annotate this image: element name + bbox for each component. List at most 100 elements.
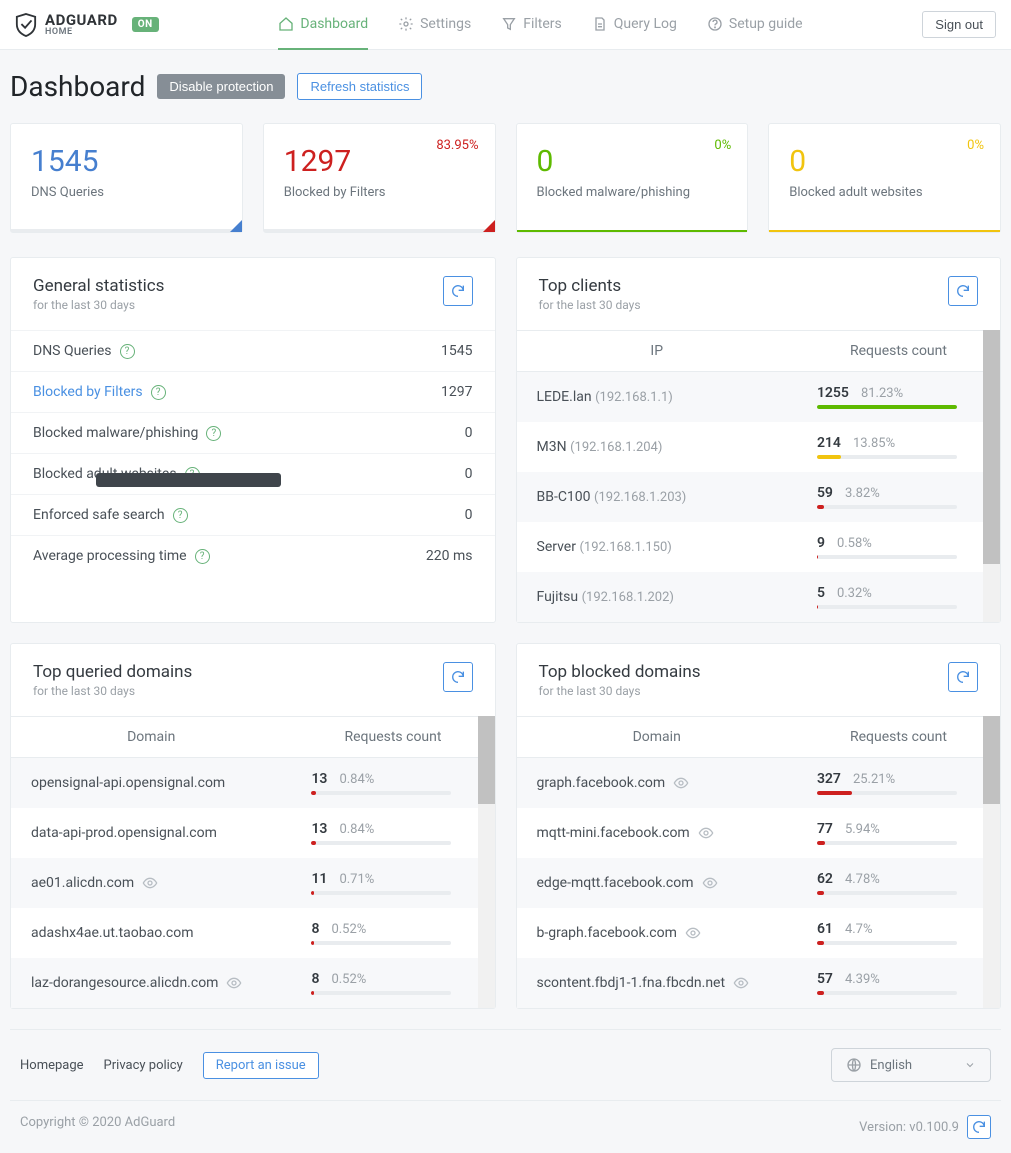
count-value: 59: [817, 485, 833, 501]
table-row[interactable]: LEDE.lan (192.168.1.1) 125581.23%: [517, 372, 1001, 423]
footer-privacy-link[interactable]: Privacy policy: [104, 1058, 183, 1073]
count-value: 13: [311, 771, 327, 787]
scrollbar[interactable]: [983, 330, 1000, 622]
domain-name: ae01.alicdn.com: [31, 875, 134, 891]
eye-icon[interactable]: [702, 875, 718, 891]
progress-bar: [817, 455, 957, 459]
nav-filters[interactable]: Filters: [501, 0, 562, 50]
eye-icon[interactable]: [226, 975, 242, 991]
table-row[interactable]: adashx4ae.ut.taobao.com 80.52%: [11, 908, 495, 958]
help-icon[interactable]: ?: [195, 549, 210, 564]
version-text: Version: v0.100.9: [859, 1120, 959, 1135]
help-icon: [707, 16, 723, 32]
domain-name: opensignal-api.opensignal.com: [31, 775, 225, 791]
panel-general-stats: General statistics for the last 30 days …: [10, 257, 496, 623]
page-title: Dashboard: [10, 70, 145, 103]
col-domain: Domain: [11, 717, 291, 758]
progress-bar: [311, 841, 451, 845]
col-ip: IP: [517, 331, 797, 372]
col-requests: Requests count: [291, 717, 494, 758]
scrollbar[interactable]: [478, 716, 495, 1008]
table-row[interactable]: b-graph.facebook.com 614.7%: [517, 908, 1001, 958]
count-value: 214: [817, 435, 841, 451]
refresh-button[interactable]: [948, 276, 978, 306]
progress-bar: [311, 941, 451, 945]
stat-blocked-filters[interactable]: 83.95% 1297 Blocked by Filters: [263, 123, 496, 233]
count-pct: 3.82%: [845, 486, 880, 501]
version-refresh-button[interactable]: [967, 1115, 991, 1139]
refresh-button[interactable]: [443, 662, 473, 692]
eye-icon[interactable]: [685, 925, 701, 941]
domain-name: scontent.fbdj1-1.fna.fbcdn.net: [537, 975, 726, 991]
client-ip: (192.168.1.203): [594, 490, 686, 505]
stat-key: Enforced safe search: [33, 507, 165, 523]
refresh-statistics-button[interactable]: Refresh statistics: [297, 73, 422, 100]
count-pct: 0.52%: [331, 922, 366, 937]
table-row[interactable]: data-api-prod.opensignal.com 130.84%: [11, 808, 495, 858]
eye-icon[interactable]: [142, 875, 158, 891]
client-ip: (192.168.1.1): [595, 390, 673, 405]
progress-bar: [817, 841, 957, 845]
language-select[interactable]: English: [831, 1048, 991, 1082]
table-row[interactable]: ae01.alicdn.com 110.71%: [11, 858, 495, 908]
nav-querylog[interactable]: Query Log: [592, 0, 677, 50]
disable-protection-button[interactable]: Disable protection: [157, 74, 285, 99]
count-pct: 13.85%: [853, 436, 895, 451]
stat-row[interactable]: Blocked by Filters?1297: [11, 372, 495, 413]
home-icon: [278, 16, 294, 32]
domain-name: edge-mqtt.facebook.com: [537, 875, 694, 891]
scrollbar[interactable]: [983, 716, 1000, 1008]
help-icon[interactable]: ?: [120, 344, 135, 359]
logo[interactable]: ADGUARD HOME ON: [15, 13, 159, 37]
stat-value: 220 ms: [426, 548, 473, 564]
shield-icon: [15, 13, 37, 37]
nav-dashboard[interactable]: Dashboard: [278, 0, 368, 50]
table-row[interactable]: mqtt-mini.facebook.com 775.94%: [517, 808, 1001, 858]
count-pct: 81.23%: [861, 386, 903, 401]
sign-out-button[interactable]: Sign out: [922, 11, 996, 38]
client-name: LEDE.lan: [537, 389, 592, 405]
table-row[interactable]: M3N (192.168.1.204) 21413.85%: [517, 422, 1001, 472]
progress-bar: [311, 791, 451, 795]
eye-icon[interactable]: [673, 775, 689, 791]
table-row[interactable]: Server (192.168.1.150) 90.58%: [517, 522, 1001, 572]
progress-bar: [311, 891, 451, 895]
stat-row: Average processing time?220 ms: [11, 536, 495, 576]
client-name: Fujitsu: [537, 589, 579, 605]
count-pct: 5.94%: [845, 822, 880, 837]
table-row[interactable]: BB-C100 (192.168.1.203) 593.82%: [517, 472, 1001, 522]
stat-blocked-malware[interactable]: 0% 0 Blocked malware/phishing: [516, 123, 749, 233]
help-icon[interactable]: ?: [206, 426, 221, 441]
eye-icon[interactable]: [698, 825, 714, 841]
gear-icon: [398, 16, 414, 32]
nav-setup[interactable]: Setup guide: [707, 0, 803, 50]
refresh-button[interactable]: [443, 276, 473, 306]
stat-blocked-adult[interactable]: 0% 0 Blocked adult websites: [768, 123, 1001, 233]
eye-icon[interactable]: [733, 975, 749, 991]
client-name: Server: [537, 539, 576, 555]
table-row[interactable]: opensignal-api.opensignal.com 130.84%: [11, 758, 495, 809]
refresh-icon: [955, 669, 971, 685]
table-row[interactable]: graph.facebook.com 32725.21%: [517, 758, 1001, 809]
table-row[interactable]: edge-mqtt.facebook.com 624.78%: [517, 858, 1001, 908]
stat-dns-queries[interactable]: 1545 DNS Queries: [10, 123, 243, 233]
footer-homepage-link[interactable]: Homepage: [20, 1058, 84, 1073]
nav-settings[interactable]: Settings: [398, 0, 471, 50]
panel-subtitle: for the last 30 days: [33, 684, 192, 698]
count-value: 77: [817, 821, 833, 837]
col-domain: Domain: [517, 717, 797, 758]
footer-report-link[interactable]: Report an issue: [203, 1052, 319, 1079]
stat-row: Blocked malware/phishing?0: [11, 413, 495, 454]
refresh-icon: [450, 669, 466, 685]
table-row[interactable]: Fujitsu (192.168.1.202) 50.32%: [517, 572, 1001, 622]
refresh-button[interactable]: [948, 662, 978, 692]
help-icon[interactable]: ?: [151, 385, 166, 400]
table-row[interactable]: laz-dorangesource.alicdn.com 80.52%: [11, 958, 495, 1008]
refresh-icon: [971, 1119, 987, 1135]
globe-icon: [846, 1057, 862, 1073]
help-icon[interactable]: ?: [173, 508, 188, 523]
table-row[interactable]: scontent.fbdj1-1.fna.fbcdn.net 574.39%: [517, 958, 1001, 1008]
stat-key: Blocked malware/phishing: [33, 425, 198, 441]
title-row: Dashboard Disable protection Refresh sta…: [10, 70, 1001, 103]
panel-title: Top queried domains: [33, 662, 192, 682]
